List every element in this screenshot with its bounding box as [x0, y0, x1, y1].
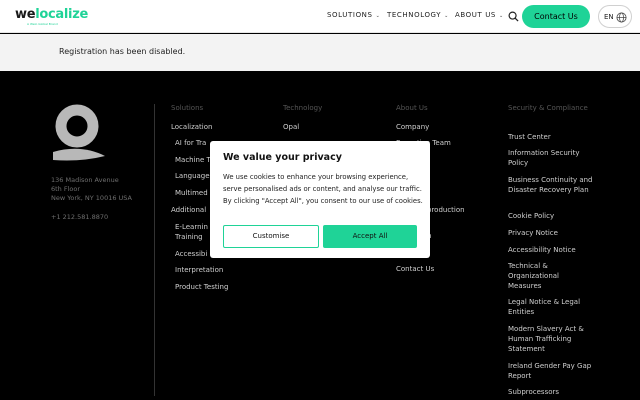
nav-solutions[interactable]: SOLUTIONS ⌄ — [327, 11, 380, 19]
site-header: welocalize A Welo Global Brand SOLUTIONS… — [0, 0, 640, 33]
address-line: 6th Floor — [51, 185, 81, 193]
contact-us-button[interactable]: Contact Us — [522, 5, 590, 28]
footer-heading-security: Security & Compliance — [508, 104, 588, 112]
nav-technology[interactable]: TECHNOLOGY ⌄ — [387, 11, 449, 19]
footer-link[interactable]: Information Security Policy — [508, 148, 598, 168]
chevron-down-icon: ⌄ — [444, 13, 449, 19]
footer-heading-solutions: Solutions — [171, 104, 204, 112]
footer-link[interactable]: Technical & Organizational Measures — [508, 261, 588, 291]
footer-heading-about-us: About Us — [396, 104, 428, 112]
registration-notice: Registration has been disabled. — [59, 47, 186, 56]
nav-about-us[interactable]: ABOUT US ⌄ — [455, 11, 504, 19]
footer-link[interactable]: Product Testing — [175, 282, 228, 292]
footer-link[interactable]: Privacy Notice — [508, 228, 558, 238]
footer-link[interactable]: Multimed — [175, 188, 208, 198]
chevron-down-icon: ⌄ — [498, 13, 504, 19]
welocalize-logo[interactable]: welocalize — [15, 7, 88, 22]
address-line: New York, NY 10016 USA — [51, 194, 132, 202]
footer-link[interactable]: Ireland Gender Pay Gap Report — [508, 361, 593, 381]
footer-link[interactable]: Language — [175, 171, 210, 181]
footer-link[interactable]: Additional — [171, 205, 206, 215]
chevron-down-icon: ⌄ — [375, 13, 381, 19]
footer-logo-icon — [53, 104, 105, 161]
footer-link[interactable]: E-Learnin — [175, 222, 208, 232]
globe-icon — [616, 12, 627, 23]
cookie-consent-dialog: We value your privacy We use cookies to … — [210, 141, 430, 258]
footer-link[interactable]: Contact Us — [396, 264, 434, 274]
logo-tagline: A Welo Global Brand — [27, 22, 58, 26]
footer-divider — [154, 104, 155, 396]
phone-number[interactable]: +1 212.581.8870 — [51, 213, 108, 222]
footer-link[interactable]: Interpretation — [175, 265, 223, 275]
footer-link[interactable]: Accessibi — [175, 249, 207, 259]
footer-link[interactable]: Training — [175, 232, 203, 242]
accept-all-button[interactable]: Accept All — [323, 225, 417, 248]
footer-link[interactable]: AI for Tra — [175, 138, 206, 148]
customise-button[interactable]: Customise — [223, 225, 319, 248]
language-selector[interactable]: EN — [598, 5, 632, 28]
cookie-dialog-title: We value your privacy — [223, 152, 342, 163]
footer-link[interactable]: Subprocessors — [508, 387, 559, 397]
footer-link[interactable]: Trust Center — [508, 132, 551, 142]
footer-link[interactable]: production — [427, 205, 465, 215]
footer-link[interactable]: Business Continuity and Disaster Recover… — [508, 175, 600, 195]
footer-link[interactable]: Company — [396, 122, 429, 132]
footer-link[interactable]: Legal Notice & Legal Entities — [508, 297, 598, 317]
notice-bar: Registration has been disabled. — [0, 34, 640, 71]
cookie-dialog-body: We use cookies to enhance your browsing … — [223, 173, 423, 205]
address-line: 136 Madison Avenue — [51, 176, 119, 184]
footer-link[interactable]: Cookie Policy — [508, 211, 554, 221]
footer-heading-technology: Technology — [283, 104, 323, 112]
footer-link[interactable]: Machine T — [175, 155, 211, 165]
footer-link[interactable]: Opal — [283, 122, 299, 132]
footer-link[interactable]: Accessibility Notice — [508, 245, 576, 255]
search-icon[interactable] — [508, 11, 519, 22]
footer-link[interactable]: Modern Slavery Act & Human Trafficking S… — [508, 324, 598, 354]
footer-link[interactable]: Localization — [171, 122, 212, 132]
